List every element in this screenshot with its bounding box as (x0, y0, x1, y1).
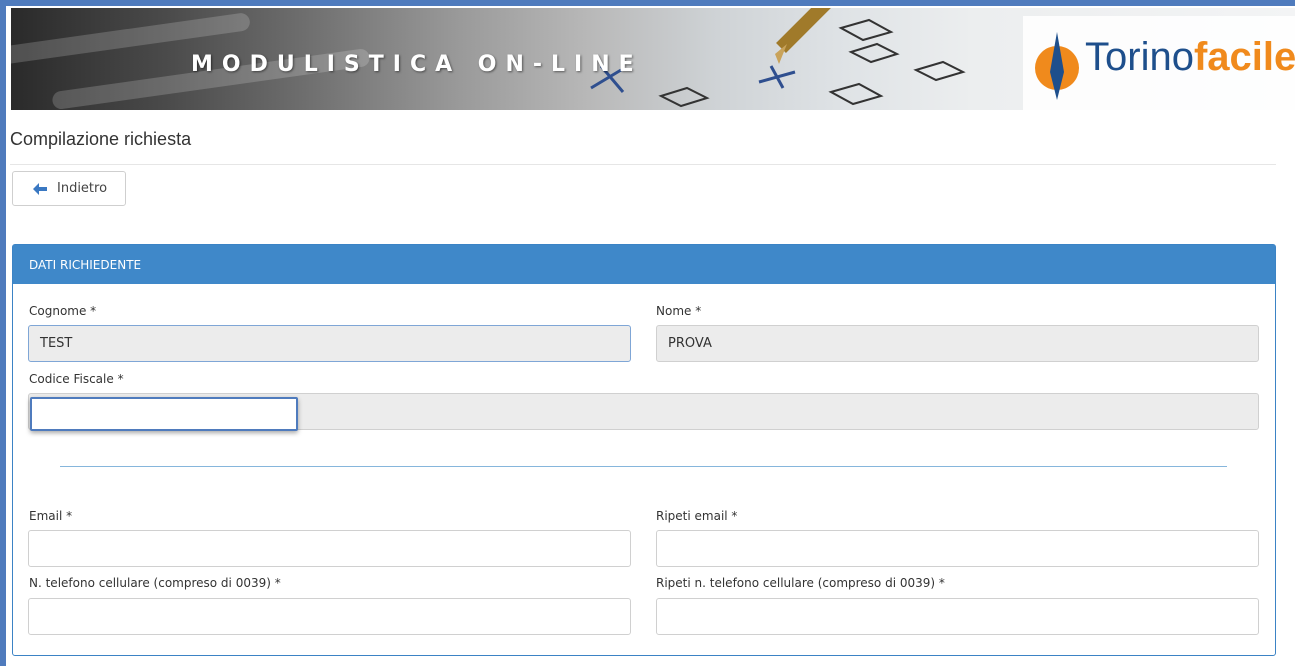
nome-field[interactable]: PROVA (656, 325, 1259, 362)
divider (10, 164, 1276, 165)
panel-heading: DATI RICHIEDENTE (13, 245, 1275, 284)
logo-text: Torinofacile (1085, 35, 1295, 79)
ripeti-telefono-label: Ripeti n. telefono cellulare (compreso d… (656, 576, 945, 590)
email-field[interactable] (28, 530, 631, 567)
nome-label: Nome * (656, 304, 702, 318)
ripeti-email-label: Ripeti email * (656, 509, 738, 523)
dati-richiedente-panel: DATI RICHIEDENTE (12, 244, 1276, 656)
header-banner: MODULISTICA ON-LINE Torinofacile (11, 8, 1295, 110)
codice-fiscale-highlight (30, 397, 298, 431)
back-button[interactable]: Indietro (12, 171, 126, 206)
telefono-label: N. telefono cellulare (compreso di 0039)… (29, 576, 281, 590)
page-title: Compilazione richiesta (10, 129, 192, 149)
section-divider (60, 466, 1227, 467)
ripeti-telefono-field[interactable] (656, 598, 1259, 635)
ripeti-email-field[interactable] (656, 530, 1259, 567)
telefono-field[interactable] (28, 598, 631, 635)
email-label: Email * (29, 509, 73, 523)
banner-title: MODULISTICA ON-LINE (191, 52, 643, 77)
mole-antonelliana-icon (1035, 32, 1079, 100)
cognome-field[interactable]: TEST (28, 325, 631, 362)
codice-fiscale-label: Codice Fiscale * (29, 372, 124, 386)
back-button-label: Indietro (57, 181, 108, 196)
cognome-label: Cognome * (29, 304, 97, 318)
arrow-left-icon (33, 182, 47, 195)
torinofacile-logo: Torinofacile (1023, 16, 1295, 110)
